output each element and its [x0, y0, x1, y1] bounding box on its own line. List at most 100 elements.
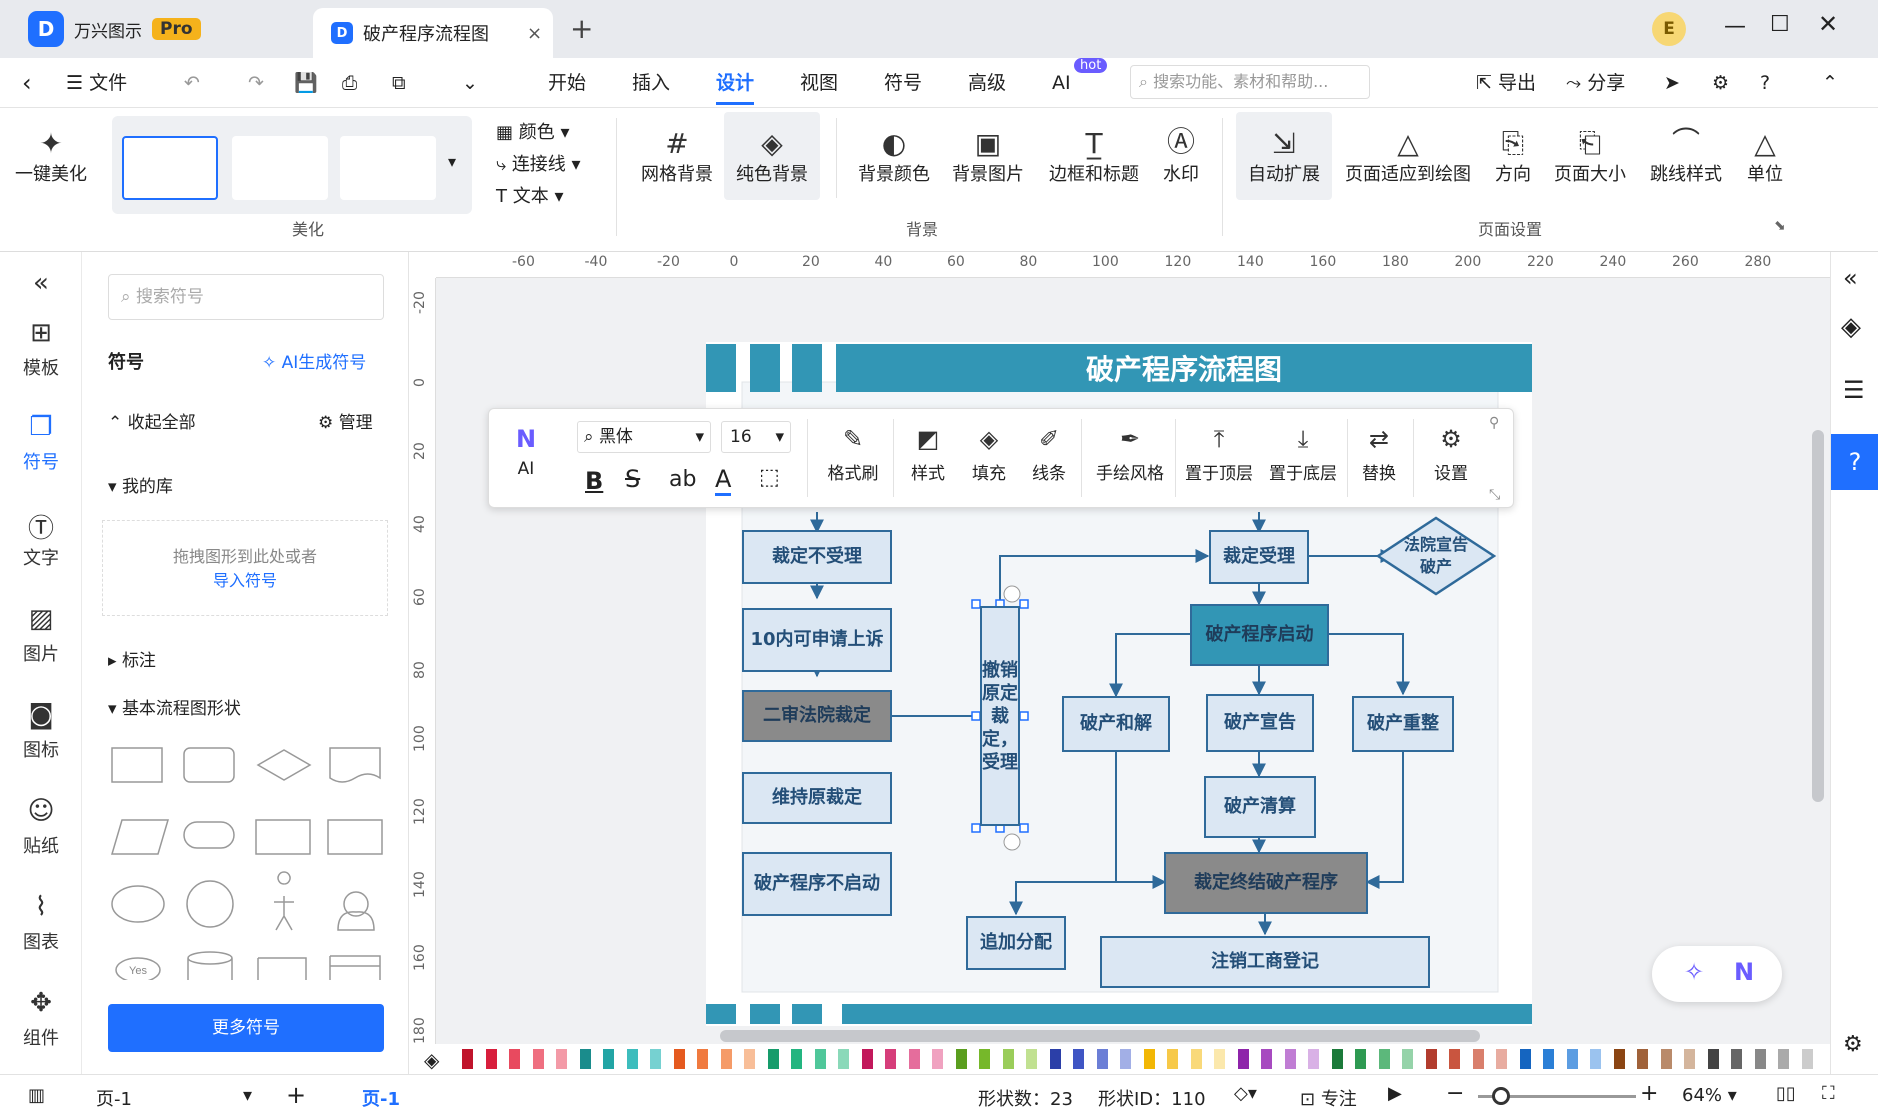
minimize-icon[interactable]: — — [1724, 14, 1746, 39]
vertical-scrollbar[interactable] — [1812, 430, 1824, 802]
close-window-icon[interactable]: ✕ — [1818, 10, 1838, 38]
orientation-button[interactable]: ⎘ 方向 — [1488, 120, 1538, 186]
settings-gear-icon[interactable]: ⚙ — [1843, 1032, 1863, 1057]
help-panel-icon[interactable]: ? — [1831, 434, 1878, 490]
font-family-select[interactable]: ⌕ 黑体 ▾ — [577, 421, 711, 453]
ai-generate-button[interactable]: ✧ AI生成符号 — [262, 348, 366, 373]
rail-icon[interactable]: ◙ 图标 — [0, 700, 82, 762]
app-tab[interactable]: D 万兴图示 Pro — [0, 0, 201, 58]
color-swatch[interactable] — [1590, 1049, 1601, 1069]
send-icon[interactable]: ➤ — [1664, 58, 1680, 108]
selection-handle[interactable] — [1019, 599, 1029, 609]
theme-option-1[interactable] — [122, 136, 218, 200]
text-box-icon[interactable]: ⬚ — [759, 465, 780, 490]
back-icon[interactable]: ‹ — [22, 58, 32, 108]
manage-button[interactable]: ⚙ 管理 — [318, 408, 373, 433]
zoom-in-icon[interactable]: + — [1640, 1081, 1658, 1106]
color-swatch[interactable] — [1449, 1049, 1460, 1069]
actor-shape[interactable] — [274, 871, 294, 931]
gear-icon[interactable]: ⚙ — [1712, 58, 1729, 108]
focus-mode[interactable]: ⊡ 专注 — [1300, 1085, 1357, 1111]
color-swatch[interactable] — [1120, 1049, 1131, 1069]
color-swatch[interactable] — [1778, 1049, 1789, 1069]
color-swatch[interactable] — [1331, 1049, 1343, 1069]
print-icon[interactable]: ⎙ — [342, 58, 357, 108]
selection-handle[interactable] — [971, 823, 981, 833]
solid-bg-button[interactable]: ◈ 纯色背景 — [724, 112, 820, 200]
fill-button[interactable]: ◈ 填充 — [959, 419, 1019, 484]
tab-start[interactable]: 开始 — [548, 58, 586, 108]
color-swatch[interactable] — [1801, 1049, 1813, 1069]
node-additional-distribution[interactable]: 追加分配 — [966, 916, 1066, 970]
color-swatch[interactable] — [720, 1049, 732, 1069]
page-tab[interactable]: 页-1 — [362, 1085, 400, 1111]
redo-icon[interactable]: ↷ — [248, 58, 264, 108]
color-swatch[interactable] — [1402, 1049, 1413, 1069]
maximize-icon[interactable]: ☐ — [1770, 12, 1790, 37]
color-swatch[interactable] — [767, 1049, 779, 1069]
node-declare-bankrupt[interactable]: 法院宣告破产 — [1400, 532, 1472, 580]
book-view-icon[interactable]: ▯▯ — [1776, 1083, 1796, 1104]
node-not-start[interactable]: 破产程序不启动 — [742, 852, 892, 916]
more-symbols-button[interactable]: 更多符号 — [108, 1004, 384, 1052]
pin-icon[interactable]: ⚲ — [1489, 415, 1499, 431]
color-swatch[interactable] — [485, 1049, 497, 1069]
node-start[interactable]: 破产程序启动 — [1190, 604, 1329, 666]
add-page-icon[interactable]: + — [286, 1081, 306, 1109]
color-swatch[interactable] — [908, 1049, 920, 1069]
color-swatch[interactable] — [650, 1049, 661, 1069]
color-swatch[interactable] — [861, 1049, 873, 1069]
more-icon[interactable]: ⌄ — [462, 58, 478, 108]
card-shape[interactable] — [329, 955, 381, 980]
unit-button[interactable]: △ 单位 — [1740, 120, 1790, 186]
resize-icon[interactable]: ⤡ — [1489, 487, 1500, 503]
ai-button[interactable]: N AI — [501, 419, 551, 479]
search-input[interactable]: ⌕ 搜索功能、素材和帮助... — [1130, 65, 1370, 99]
circle-shape[interactable] — [186, 880, 234, 928]
node-liquidation[interactable]: 破产清算 — [1204, 776, 1316, 838]
color-swatch[interactable] — [1731, 1049, 1742, 1069]
collapse-ribbon-icon[interactable]: ⌃ — [1822, 58, 1838, 108]
color-swatch[interactable] — [1754, 1049, 1766, 1069]
color-swatch[interactable] — [1613, 1049, 1625, 1069]
color-swatch[interactable] — [556, 1049, 567, 1069]
collapse-panel-icon[interactable]: « — [0, 268, 82, 298]
color-swatch[interactable] — [579, 1049, 591, 1069]
help-icon[interactable]: ? — [1760, 58, 1770, 108]
tab-symbol[interactable]: 符号 — [884, 58, 922, 108]
fit-to-drawing-button[interactable]: △ 页面适应到绘图 — [1342, 120, 1474, 186]
selection-handle[interactable] — [971, 711, 981, 721]
page-size-button[interactable]: ⎗ 页面大小 — [1550, 120, 1630, 186]
color-swatch[interactable] — [1496, 1049, 1507, 1069]
layers-icon[interactable]: ◇▾ — [1234, 1083, 1257, 1104]
undo-icon[interactable]: ↶ — [184, 58, 200, 108]
text-dropdown[interactable]: T 文本 ▾ — [496, 182, 563, 208]
color-swatch[interactable] — [462, 1049, 473, 1069]
format-painter-button[interactable]: ✎ 格式刷 — [815, 419, 891, 484]
page-selector[interactable]: 页-1 ▾ — [96, 1085, 252, 1111]
node-second-trial[interactable]: 二审法院裁定 — [742, 690, 892, 742]
new-tab-button[interactable]: + — [570, 12, 593, 45]
page-properties-icon[interactable]: ☰ — [1843, 376, 1865, 404]
play-icon[interactable]: ▶ — [1388, 1083, 1402, 1104]
tab-view[interactable]: 视图 — [800, 58, 838, 108]
node-declaration[interactable]: 破产宣告 — [1206, 694, 1314, 752]
selection-handle[interactable] — [971, 599, 981, 609]
bold-icon[interactable]: B — [585, 467, 603, 495]
color-swatch[interactable] — [1660, 1049, 1672, 1069]
predefined-process-shape[interactable] — [255, 819, 311, 855]
bg-color-button[interactable]: ◐ 背景颜色 — [854, 120, 934, 186]
color-swatch[interactable] — [1355, 1049, 1366, 1069]
internal-storage-shape[interactable] — [327, 819, 383, 855]
color-swatch[interactable] — [1472, 1049, 1484, 1069]
process-shape[interactable] — [111, 747, 163, 783]
color-swatch[interactable] — [603, 1049, 614, 1069]
color-swatch[interactable] — [744, 1049, 755, 1069]
fill-picker-icon[interactable]: ◈ — [424, 1048, 439, 1072]
node-reorganization[interactable]: 破产重整 — [1352, 696, 1454, 752]
color-swatch[interactable] — [626, 1049, 638, 1069]
font-color-icon[interactable]: A — [715, 465, 732, 496]
file-menu[interactable]: ☰ 文件 — [66, 58, 127, 108]
watermark-button[interactable]: Ⓐ 水印 — [1156, 120, 1206, 186]
color-swatch[interactable] — [1261, 1049, 1272, 1069]
